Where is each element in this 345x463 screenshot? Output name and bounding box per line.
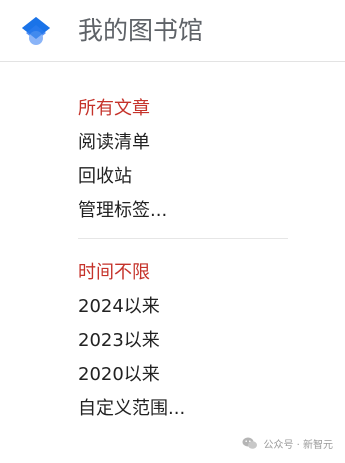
menu-item-trash[interactable]: 回收站 xyxy=(78,160,308,194)
menu-item-since-2023[interactable]: 2023以来 xyxy=(78,324,308,358)
wechat-watermark: 公众号 · 新智元 xyxy=(242,435,333,451)
menu-item-since-2024[interactable]: 2024以来 xyxy=(78,290,308,324)
menu-item-all-articles[interactable]: 所有文章 xyxy=(78,92,308,126)
menu-item-since-2020[interactable]: 2020以来 xyxy=(78,358,308,392)
menu-item-reading-list[interactable]: 阅读清单 xyxy=(78,126,308,160)
wechat-icon xyxy=(242,437,258,449)
menu-item-any-time[interactable]: 时间不限 xyxy=(78,256,308,290)
app-header: 我的图书馆 xyxy=(0,0,345,62)
page-title: 我的图书馆 xyxy=(78,16,204,45)
menu-item-custom-range[interactable]: 自定义范围... xyxy=(78,392,308,426)
article-filter-section: 所有文章 阅读清单 回收站 管理标签... xyxy=(78,92,308,228)
watermark-text: 公众号 · 新智元 xyxy=(263,439,333,451)
section-divider xyxy=(78,238,288,239)
google-books-logo-icon[interactable] xyxy=(20,15,52,47)
time-filter-section: 时间不限 2024以来 2023以来 2020以来 自定义范围... xyxy=(78,256,308,426)
menu-item-manage-labels[interactable]: 管理标签... xyxy=(78,194,308,228)
